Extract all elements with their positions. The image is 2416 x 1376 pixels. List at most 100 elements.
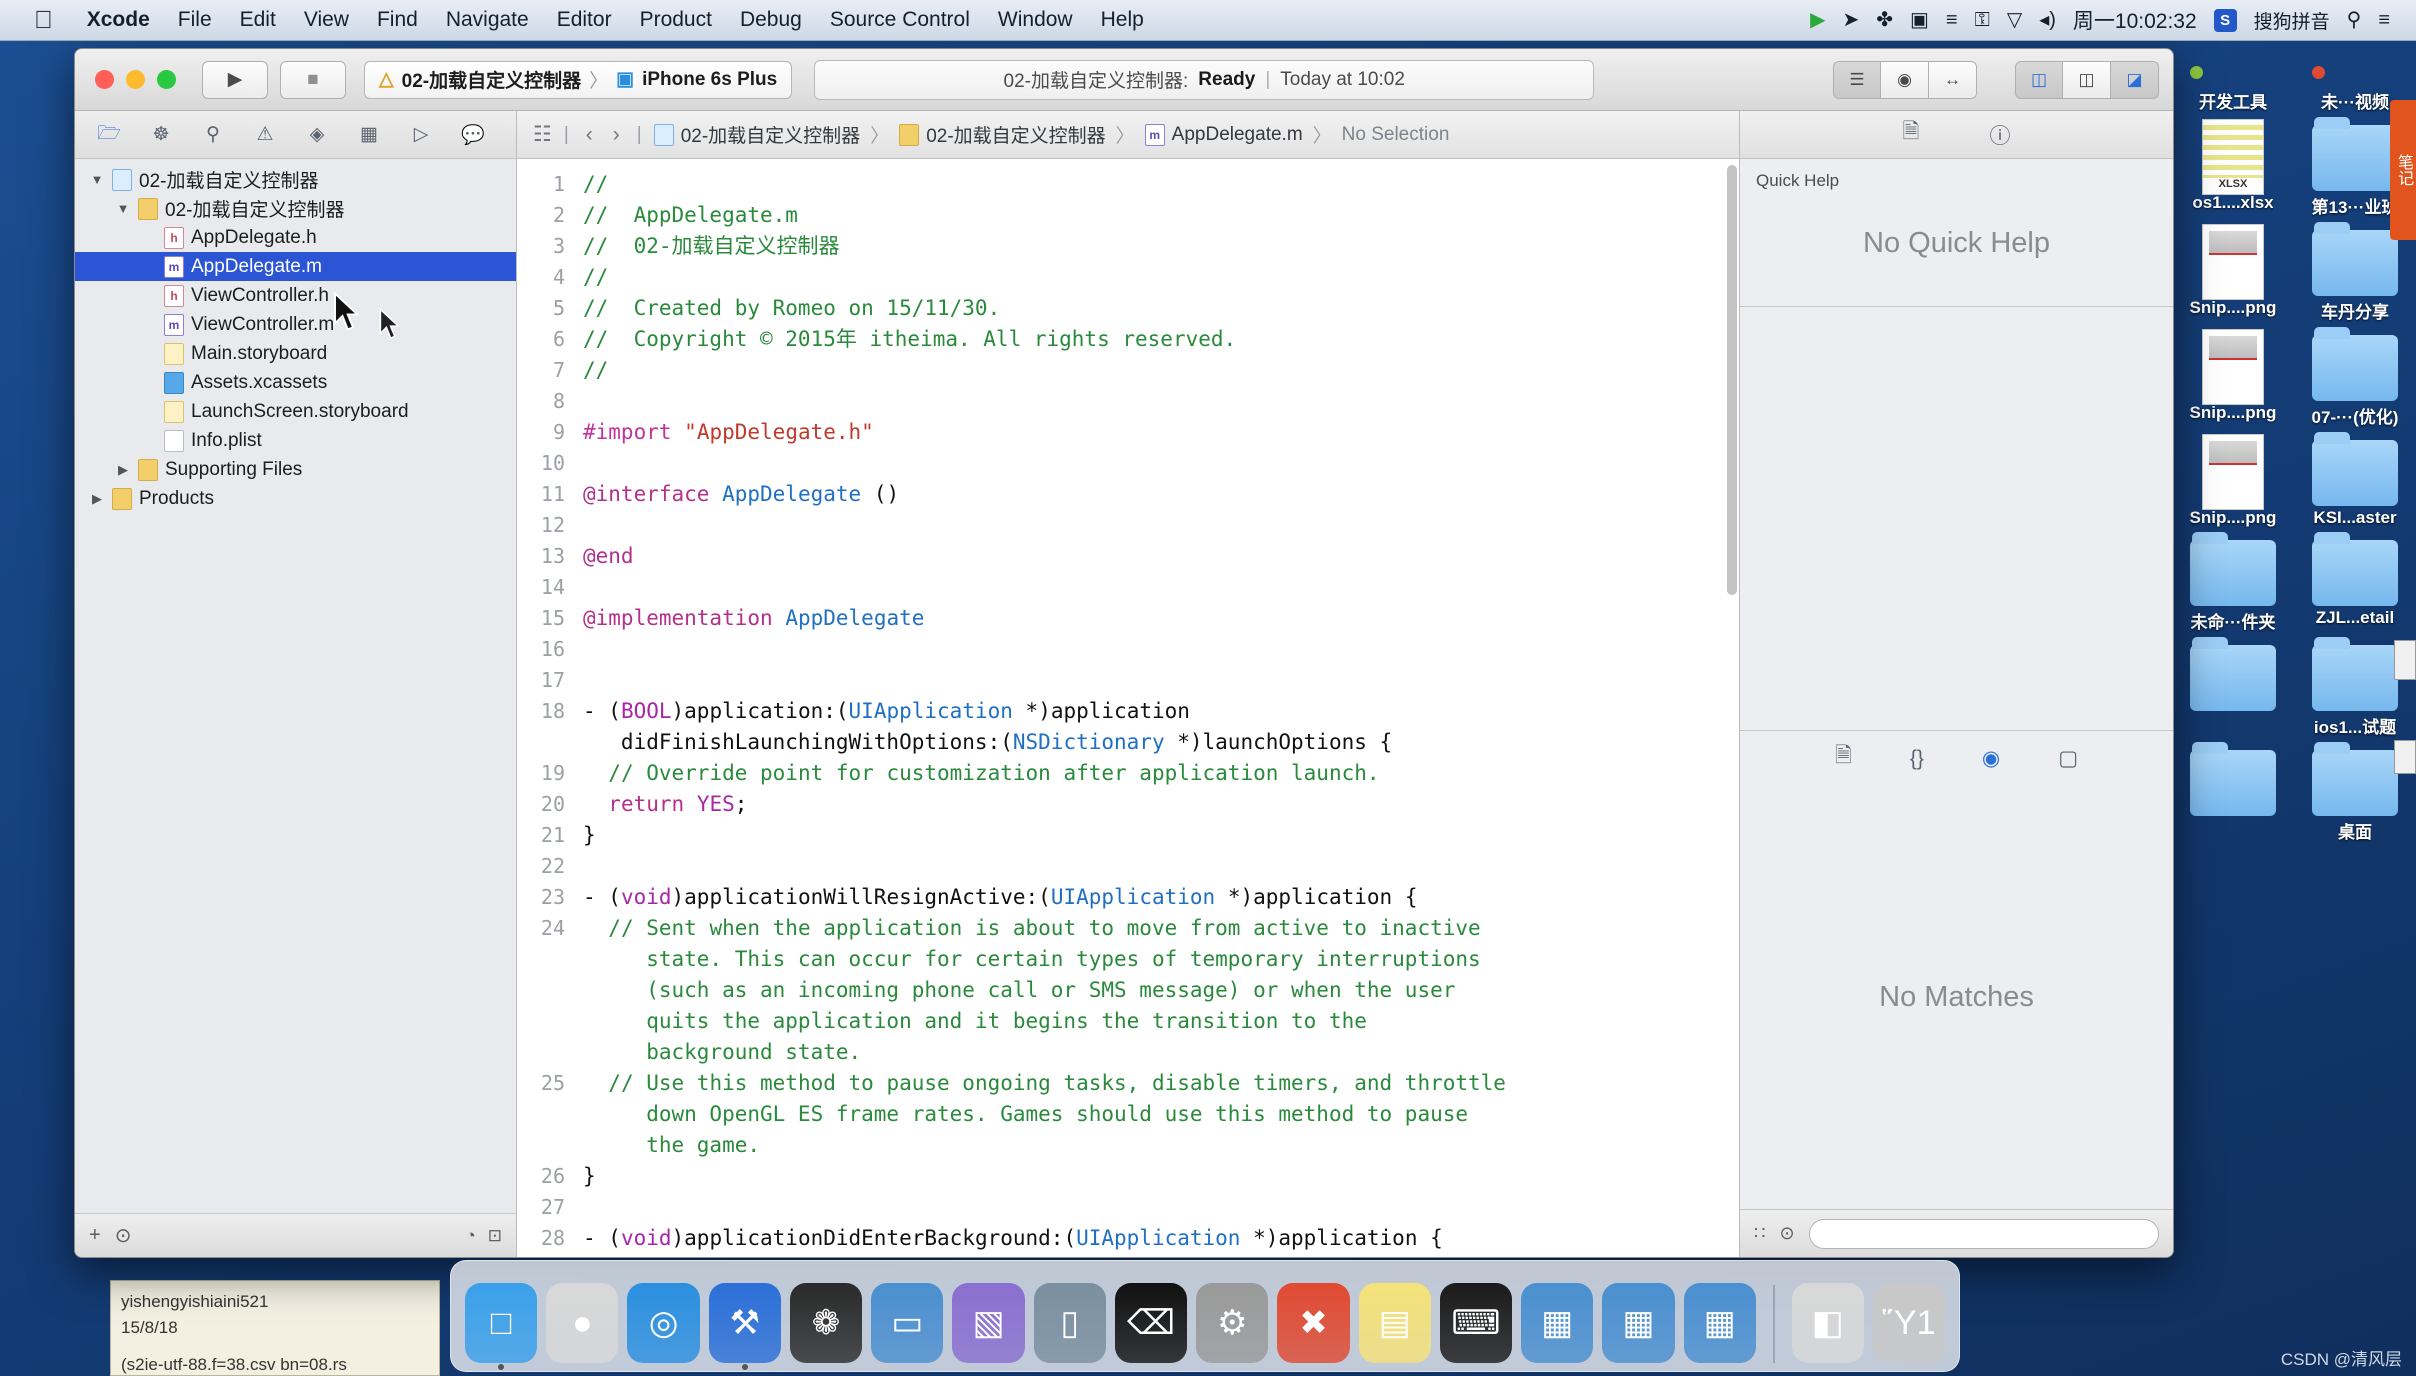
dock-item-finder[interactable]: □ bbox=[465, 1283, 538, 1370]
dock-item-folder-blue-1[interactable]: ▦ bbox=[1521, 1283, 1594, 1363]
code-line[interactable] bbox=[583, 1192, 1739, 1223]
sticky-note-tab[interactable]: 笔记 bbox=[2390, 100, 2416, 240]
library-grid-icon[interactable]: ∷ bbox=[1754, 1223, 1765, 1244]
zoom-button[interactable] bbox=[157, 70, 176, 89]
desktop-icon-4[interactable]: Snip....png bbox=[2174, 224, 2292, 323]
dock-item-trash[interactable]: Ὕ1 bbox=[1872, 1283, 1946, 1363]
dock-item-simulator[interactable]: ▭ bbox=[871, 1283, 944, 1363]
code-line[interactable] bbox=[583, 634, 1739, 665]
code-line[interactable] bbox=[583, 851, 1739, 882]
apple-menu-icon[interactable]:  bbox=[0, 7, 73, 33]
tree-item-appdelegate.m[interactable]: m AppDelegate.m bbox=[75, 252, 516, 281]
menu-item-product[interactable]: Product bbox=[626, 8, 726, 32]
object-library-icon[interactable]: ◉ bbox=[1982, 746, 2000, 771]
tree-item-assets.xcassets[interactable]: Assets.xcassets bbox=[75, 368, 516, 397]
lock-icon[interactable]: ⚿ bbox=[1975, 10, 1990, 30]
code-line[interactable] bbox=[583, 386, 1739, 417]
dock-item-system-preferences[interactable]: ⚙ bbox=[1196, 1283, 1269, 1363]
input-method-icon[interactable]: S bbox=[2213, 8, 2237, 32]
menu-item-xcode[interactable]: Xcode bbox=[73, 8, 164, 32]
tree-item-supportingfiles[interactable]: ▶ Supporting Files bbox=[75, 455, 516, 484]
add-file-button[interactable]: + bbox=[89, 1224, 101, 1247]
menu-item-edit[interactable]: Edit bbox=[226, 8, 290, 32]
breakpoint-navigator-icon[interactable]: ▷ bbox=[407, 121, 435, 149]
desktop-icon-2[interactable]: XLSX os1....xlsx bbox=[2174, 119, 2292, 218]
code-line[interactable]: #import "AppDelegate.h" bbox=[583, 417, 1739, 448]
dock-item-device[interactable]: ▯ bbox=[1033, 1283, 1106, 1363]
code-line[interactable]: } bbox=[583, 1161, 1739, 1192]
disclosure-triangle-icon[interactable]: ▶ bbox=[115, 462, 131, 478]
menu-item-file[interactable]: File bbox=[164, 8, 226, 32]
code-line[interactable]: // Override point for customization afte… bbox=[583, 758, 1739, 789]
issue-navigator-icon[interactable]: ⚠ bbox=[251, 121, 279, 149]
project-navigator-icon[interactable]: 🗁 bbox=[95, 121, 123, 149]
file-template-library-icon[interactable]: 🗎 bbox=[1835, 741, 1852, 776]
breadcrumb-item-0[interactable]: 02-加载自定义控制器 bbox=[653, 121, 860, 148]
desktop-icon-11[interactable]: ZJL...etail bbox=[2296, 532, 2414, 633]
menu-item-editor[interactable]: Editor bbox=[543, 8, 626, 32]
input-method-label[interactable]: 搜狗拼音 bbox=[2254, 7, 2330, 34]
dock-item-launchpad[interactable]: ● bbox=[546, 1283, 619, 1363]
related-items-icon[interactable]: ☷ bbox=[533, 122, 552, 147]
code-line[interactable] bbox=[583, 665, 1739, 696]
project-file-tree[interactable]: ▼ 02-加载自定义控制器 ▼ 02-加载自定义控制器 h AppDelegate.h m A… bbox=[75, 159, 516, 1213]
desktop-icon-7[interactable]: 07-···(优化) bbox=[2296, 327, 2414, 428]
tree-item-info.plist[interactable]: Info.plist bbox=[75, 426, 516, 455]
editor-scrollbar[interactable] bbox=[1727, 165, 1737, 595]
code-line[interactable]: // Copyright © 2015年 itheima. All rights… bbox=[583, 324, 1739, 355]
code-line[interactable]: // 02-加载自定义控制器 bbox=[583, 231, 1739, 262]
menu-item-navigate[interactable]: Navigate bbox=[432, 8, 543, 32]
menu-item-find[interactable]: Find bbox=[363, 8, 432, 32]
back-button[interactable]: ‹ bbox=[581, 123, 598, 147]
find-navigator-icon[interactable]: ⚲ bbox=[199, 121, 227, 149]
navigator-toggle-button[interactable]: ◫ bbox=[2015, 60, 2063, 99]
minimize-button[interactable] bbox=[126, 70, 145, 89]
tree-item-products[interactable]: ▶ Products bbox=[75, 484, 516, 513]
scheme-selector[interactable]: △ 02-加载自定义控制器 〉 ▣ iPhone 6s Plus bbox=[364, 60, 793, 99]
code-line[interactable]: return YES; bbox=[583, 789, 1739, 820]
breadcrumb-item-1[interactable]: 02-加载自定义控制器 bbox=[899, 121, 1106, 148]
wifi-icon[interactable]: ▽ bbox=[2007, 10, 2022, 30]
file-inspector-icon[interactable]: 🗎 bbox=[1903, 117, 1920, 152]
desktop-icon-14[interactable] bbox=[2174, 742, 2292, 843]
search-icon[interactable]: ⚲ bbox=[2347, 10, 2362, 30]
library-search-input[interactable] bbox=[1808, 1218, 2159, 1249]
utilities-toggle-button[interactable]: ◪ bbox=[2111, 60, 2159, 99]
dock-item-xmind[interactable]: ✖ bbox=[1277, 1283, 1350, 1363]
symbol-navigator-icon[interactable]: ☸ bbox=[147, 121, 175, 149]
menu-item-source-control[interactable]: Source Control bbox=[816, 8, 984, 32]
code-line[interactable]: } bbox=[583, 820, 1739, 851]
quick-help-inspector-icon[interactable]: ⓘ bbox=[1989, 120, 2010, 150]
code-line[interactable] bbox=[583, 572, 1739, 603]
breadcrumb-item-2[interactable]: m AppDelegate.m bbox=[1144, 123, 1303, 146]
stop-button[interactable]: ■ bbox=[280, 60, 346, 99]
tree-item-viewcontroller.h[interactable]: h ViewController.h bbox=[75, 281, 516, 310]
code-line[interactable]: - (void)applicationWillResignActive:(UIA… bbox=[583, 882, 1739, 913]
code-line[interactable] bbox=[583, 448, 1739, 479]
dock-item-downloads-stack[interactable]: ◧ bbox=[1791, 1283, 1864, 1363]
dock-item-folder-blue-2[interactable]: ▦ bbox=[1602, 1283, 1675, 1363]
tree-item-appdelegate.h[interactable]: h AppDelegate.h bbox=[75, 223, 516, 252]
dock-item-notes[interactable]: ▤ bbox=[1358, 1283, 1431, 1363]
desktop-icon-10[interactable]: 未命···件夹 bbox=[2174, 532, 2292, 633]
desktop-icon-8[interactable]: Snip....png bbox=[2174, 434, 2292, 528]
code-line[interactable]: // bbox=[583, 355, 1739, 386]
close-button[interactable] bbox=[95, 70, 114, 89]
tree-item-main.storyboard[interactable]: Main.storyboard bbox=[75, 339, 516, 368]
dock-item-xcode[interactable]: ⚒ bbox=[708, 1283, 781, 1370]
code-line[interactable]: // bbox=[583, 262, 1739, 293]
volume-icon[interactable]: ◂) bbox=[2039, 10, 2056, 30]
desktop-icon-0[interactable]: 开发工具 bbox=[2174, 66, 2292, 113]
disclosure-triangle-icon[interactable]: ▼ bbox=[115, 201, 131, 216]
code-line[interactable]: // Use this method to pause ongoing task… bbox=[583, 1068, 1739, 1161]
menu-item-view[interactable]: View bbox=[290, 8, 363, 32]
menu-item-help[interactable]: Help bbox=[1087, 8, 1158, 32]
desktop-icon-6[interactable]: Snip....png bbox=[2174, 329, 2292, 428]
dock-item-iterm[interactable]: ⌨ bbox=[1439, 1283, 1513, 1363]
tree-item-02[interactable]: ▼ 02-加载自定义控制器 bbox=[75, 165, 516, 194]
standard-editor-button[interactable]: ☰ bbox=[1833, 60, 1881, 99]
dock-item-instruments[interactable]: ▧ bbox=[952, 1283, 1025, 1363]
sliders-icon[interactable]: ≡ bbox=[1946, 10, 1958, 30]
source-control-filter-button[interactable]: ⊡ bbox=[488, 1226, 502, 1246]
code-line[interactable] bbox=[583, 510, 1739, 541]
